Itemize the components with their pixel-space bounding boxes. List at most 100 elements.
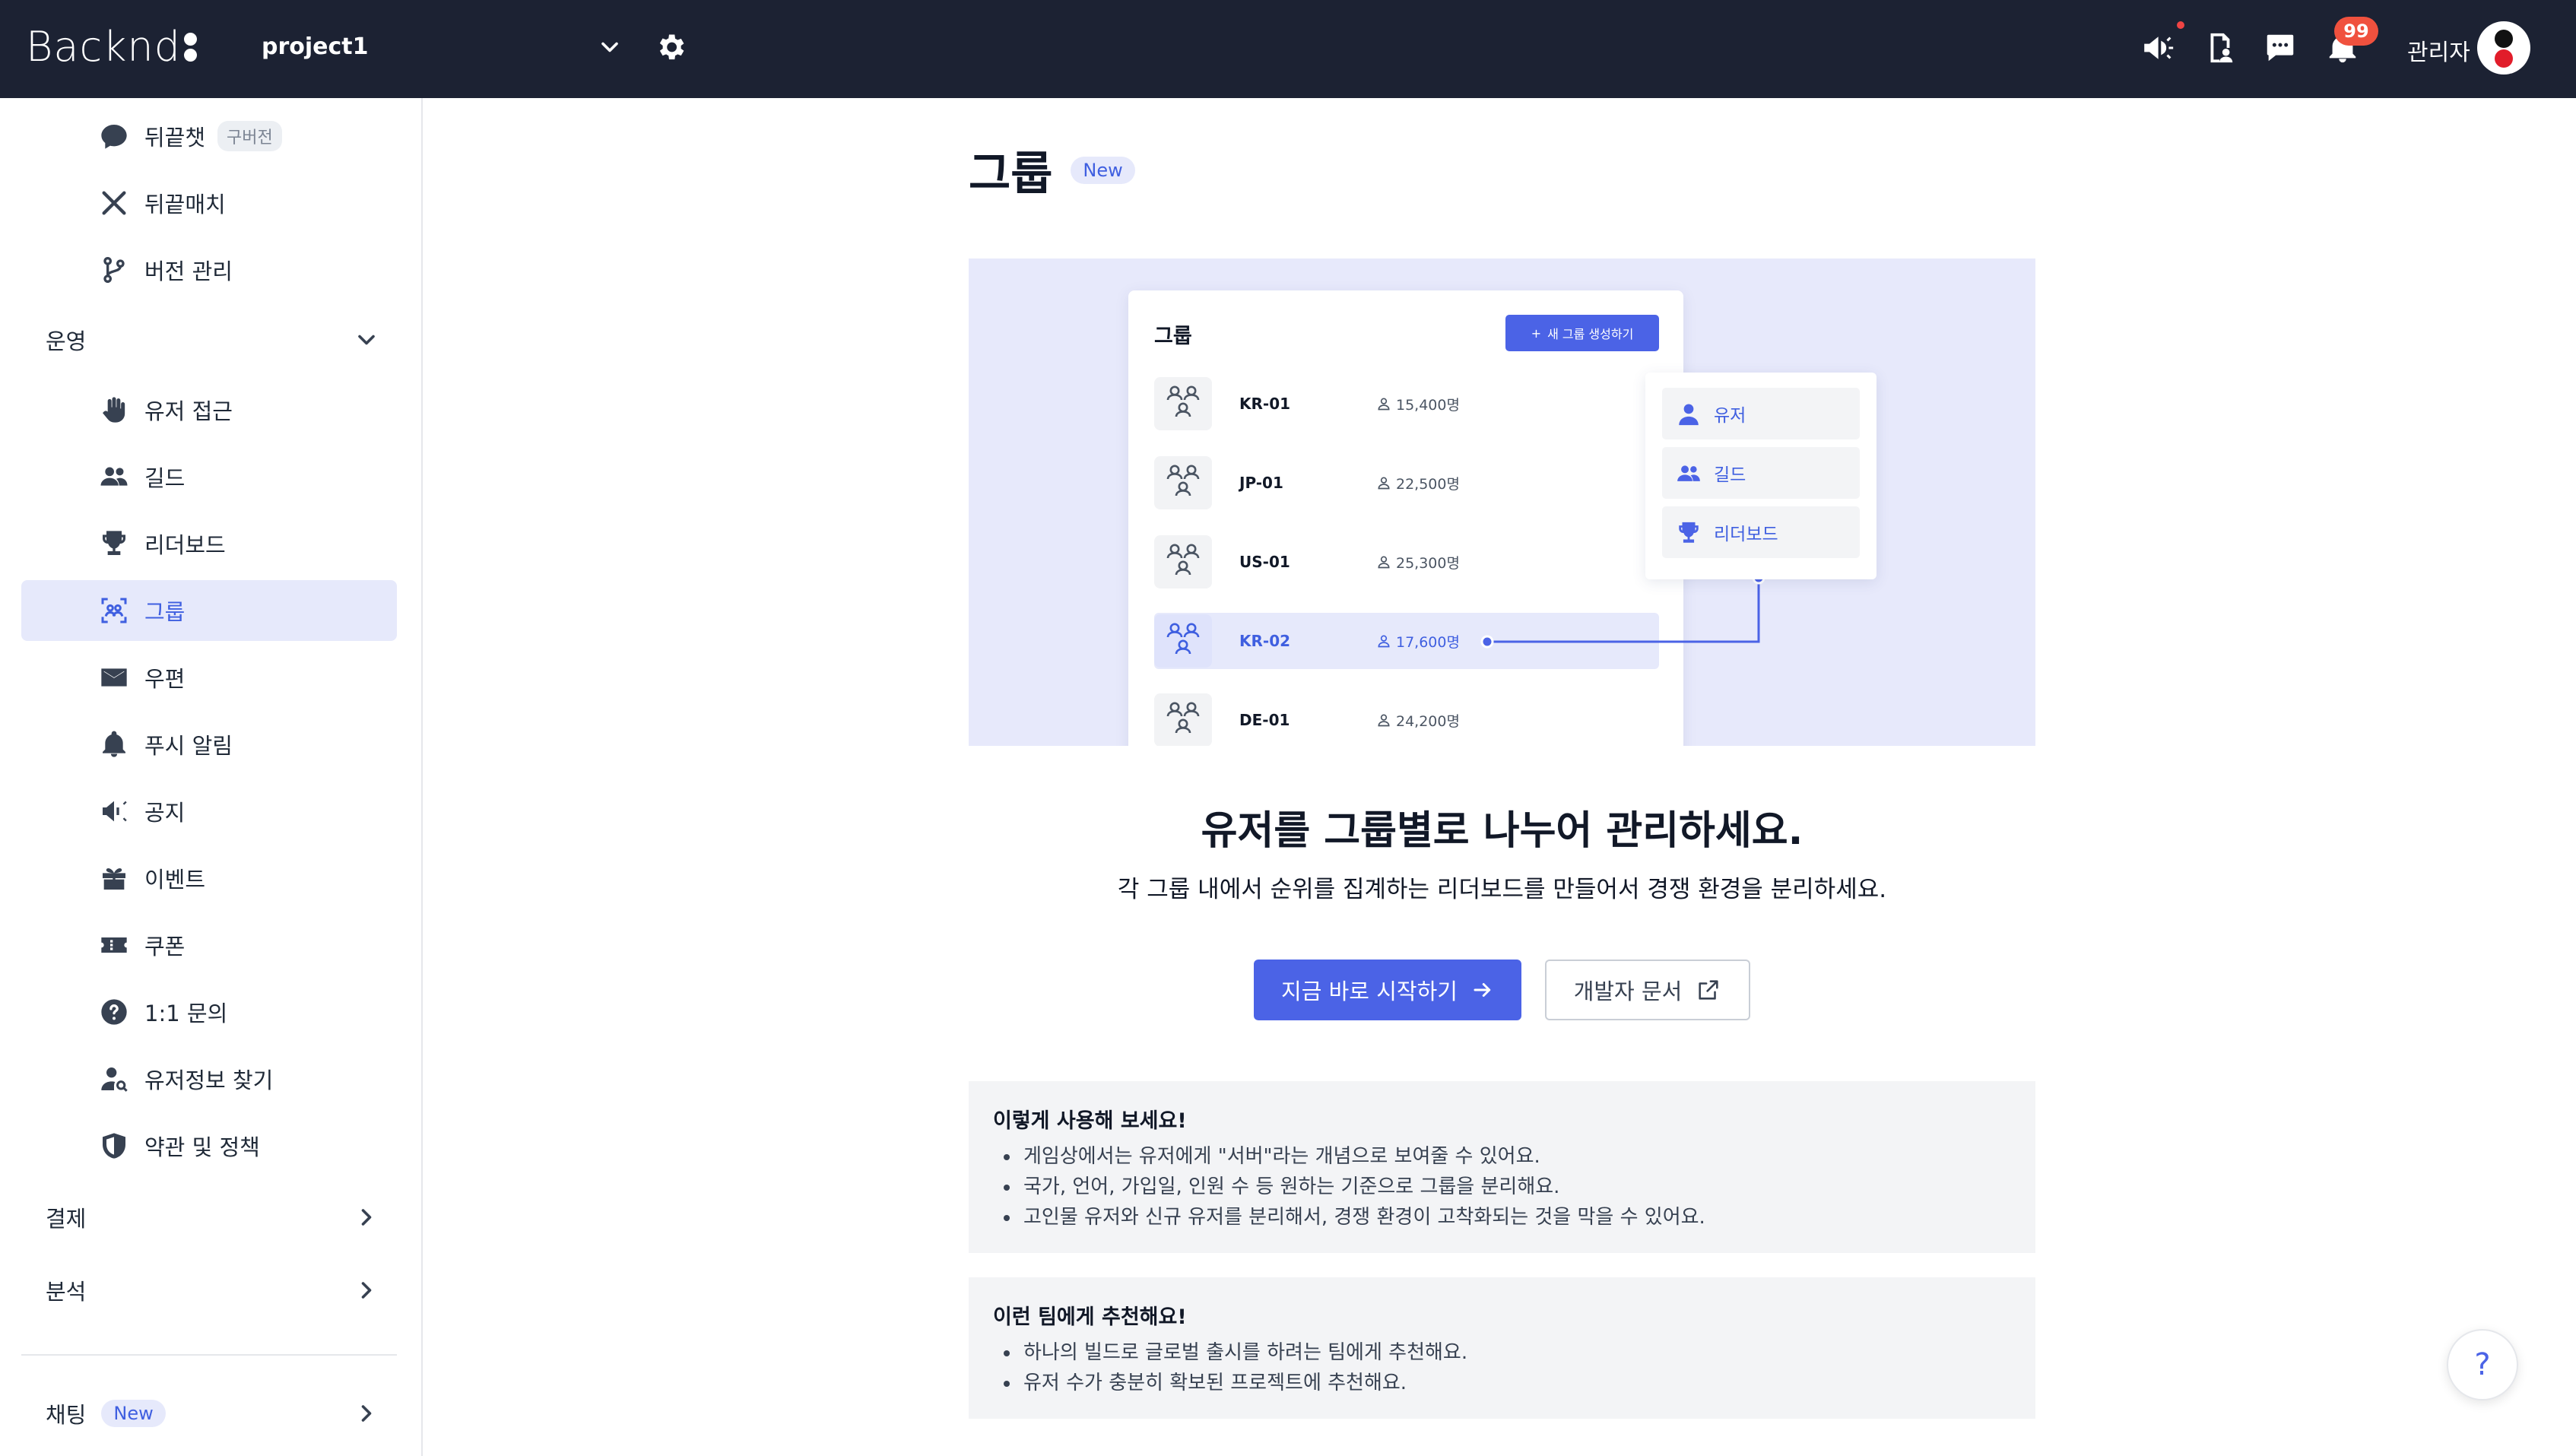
sidebar-group-chat[interactable]: 채팅 New	[21, 1383, 397, 1444]
top-bar: Backnd project1 99 관리자	[0, 0, 2576, 98]
sidebar-item-group[interactable]: 그룹	[21, 580, 397, 641]
user-avatar-icon	[2495, 30, 2513, 68]
sidebar-item-user-search[interactable]: 유저정보 찾기	[21, 1048, 397, 1109]
sidebar-item-label: 쿠폰	[144, 934, 186, 960]
sidebar-item-label: 유저 접근	[144, 398, 233, 424]
question-circle-icon	[101, 999, 127, 1025]
megaphone-icon[interactable]	[2141, 30, 2176, 65]
preview-menu-item-leaderboard: 리더보드	[1662, 506, 1860, 558]
page-title: 그룹 New	[969, 137, 1135, 203]
sidebar-group-label: 운영	[46, 328, 87, 354]
arrow-right-icon	[1474, 983, 1491, 997]
help-icon: ?	[2474, 1347, 2491, 1382]
preview-menu-label: 유저	[1714, 406, 1746, 426]
group-scan-icon	[101, 598, 127, 623]
sidebar-group-label: 분석	[46, 1279, 87, 1305]
sidebar: 뒤끝챗 구버전 뒤끝매치 버전 관리 운영 유저 접근 길드 리더보드 그룹 우…	[0, 98, 423, 1456]
sidebar-item-guild[interactable]: 길드	[21, 446, 397, 507]
sidebar-group-operations[interactable]: 운영	[21, 309, 397, 370]
avatar[interactable]	[2477, 21, 2530, 75]
list-item: 하나의 빌드로 글로벌 출시를 하려는 팀에게 추천해요.	[993, 1337, 2011, 1368]
document-user-icon[interactable]	[2202, 30, 2237, 65]
sidebar-item-label: 버전 관리	[144, 259, 233, 284]
sidebar-item-label: 리더보드	[144, 532, 226, 558]
sidebar-divider	[21, 1354, 397, 1356]
sidebar-item-label: 공지	[144, 800, 186, 826]
new-tag: New	[1071, 156, 1135, 184]
sidebar-item-label: 뒤끝매치	[144, 192, 226, 217]
users-icon	[100, 467, 128, 486]
shield-icon	[103, 1133, 125, 1159]
ticket-icon	[101, 937, 127, 953]
sidebar-item-version[interactable]: 버전 관리	[21, 239, 397, 300]
sidebar-group-label: 채팅	[46, 1402, 87, 1428]
legacy-tag: 구버전	[217, 121, 282, 151]
bell-icon	[103, 731, 125, 757]
page-title-text: 그룹	[969, 148, 1053, 201]
gear-icon[interactable]	[654, 30, 687, 64]
sidebar-item-label: 이벤트	[144, 867, 206, 893]
external-link-icon	[1699, 980, 1718, 1000]
notification-count-badge: 99	[2334, 17, 2378, 46]
sidebar-item-push[interactable]: 푸시 알림	[21, 714, 397, 775]
chat-icon[interactable]	[2263, 30, 2298, 65]
recommend-title: 이런 팀에게 추천해요!	[993, 1305, 1187, 1329]
preview-dropdown-menu: 유저 길드 리더보드	[1645, 373, 1876, 579]
feature-preview: 그룹 + 새 그룹 생성하기 KR-01 15,400명 JP-01 22,50…	[969, 259, 2035, 746]
sidebar-item-label: 그룹	[144, 599, 186, 625]
developer-docs-button[interactable]: 개발자 문서	[1545, 960, 1750, 1020]
sidebar-item-policy[interactable]: 약관 및 정책	[21, 1115, 397, 1176]
announcement-dot	[2177, 21, 2184, 29]
sidebar-group-payment[interactable]: 결제	[21, 1187, 397, 1248]
sidebar-item-label: 뒤끝챗	[144, 125, 206, 151]
sidebar-item-chat-legacy[interactable]: 뒤끝챗 구버전	[21, 106, 397, 167]
sidebar-group-analytics[interactable]: 분석	[21, 1260, 397, 1321]
preview-menu-item-guild: 길드	[1662, 447, 1860, 499]
sidebar-item-coupon[interactable]: 쿠폰	[21, 915, 397, 975]
gift-icon	[103, 868, 125, 890]
sidebar-item-user-access[interactable]: 유저 접근	[21, 379, 397, 440]
hand-icon	[103, 397, 125, 423]
sidebar-item-label: 우편	[144, 666, 186, 692]
sidebar-item-leaderboard[interactable]: 리더보드	[21, 513, 397, 574]
crossed-swords-icon	[102, 191, 126, 215]
project-selector-label[interactable]: project1	[262, 33, 369, 60]
developer-docs-label: 개발자 문서	[1573, 979, 1683, 1004]
chevron-down-icon	[358, 335, 375, 345]
usage-tips-list: 게임상에서는 유저에게 "서버"라는 개념으로 보여줄 수 있어요. 국가, 언…	[993, 1141, 2011, 1232]
list-item: 국가, 언어, 가입일, 인원 수 등 원하는 기준으로 그룹을 분리해요.	[993, 1172, 2011, 1202]
sidebar-item-label: 1:1 문의	[144, 1001, 228, 1026]
feature-headline: 유저를 그룹별로 나누어 관리하세요.	[1201, 808, 1804, 854]
new-tag: New	[101, 1400, 166, 1427]
trophy-icon	[103, 531, 125, 555]
trophy-icon	[1679, 522, 1699, 543]
preview-menu-label: 길드	[1714, 465, 1746, 485]
user-icon	[1679, 404, 1699, 426]
chevron-right-icon	[361, 1405, 372, 1422]
logo-dots	[183, 32, 197, 62]
usage-tips-box: 이렇게 사용해 보세요! 게임상에서는 유저에게 "서버"라는 개념으로 보여줄…	[969, 1081, 2035, 1253]
sidebar-item-label: 유저정보 찾기	[144, 1067, 274, 1093]
feature-subline: 각 그룹 내에서 순위를 집계하는 리더보드를 만들어서 경쟁 환경을 분리하세…	[1117, 876, 1887, 903]
sidebar-item-inquiry[interactable]: 1:1 문의	[21, 982, 397, 1042]
mail-icon	[101, 668, 127, 687]
list-item: 게임상에서는 유저에게 "서버"라는 개념으로 보여줄 수 있어요.	[993, 1141, 2011, 1172]
recommend-list: 하나의 빌드로 글로벌 출시를 하려는 팀에게 추천해요. 유저 수가 충분히 …	[993, 1337, 2011, 1398]
admin-label[interactable]: 관리자	[2407, 33, 2470, 67]
sidebar-item-label: 길드	[144, 465, 186, 491]
backnd-logo[interactable]: Backnd	[26, 23, 197, 71]
help-button[interactable]: ?	[2447, 1329, 2518, 1400]
sidebar-group-label: 결제	[46, 1206, 87, 1232]
sidebar-item-notice[interactable]: 공지	[21, 781, 397, 842]
list-item: 고인물 유저와 신규 유저를 분리해서, 경쟁 환경이 고착화되는 것을 막을 …	[993, 1202, 2011, 1232]
megaphone-icon	[103, 801, 127, 822]
start-now-button[interactable]: 지금 바로 시작하기	[1254, 960, 1521, 1020]
branch-icon	[103, 256, 125, 283]
preview-menu-item-user: 유저	[1662, 388, 1860, 439]
sidebar-item-match[interactable]: 뒤끝매치	[21, 173, 397, 233]
sidebar-item-mail[interactable]: 우편	[21, 647, 397, 708]
sidebar-item-event[interactable]: 이벤트	[21, 848, 397, 909]
chevron-right-icon	[361, 1282, 372, 1299]
list-item: 유저 수가 충분히 확보된 프로젝트에 추천해요.	[993, 1368, 2011, 1398]
chevron-down-icon[interactable]	[596, 33, 623, 61]
